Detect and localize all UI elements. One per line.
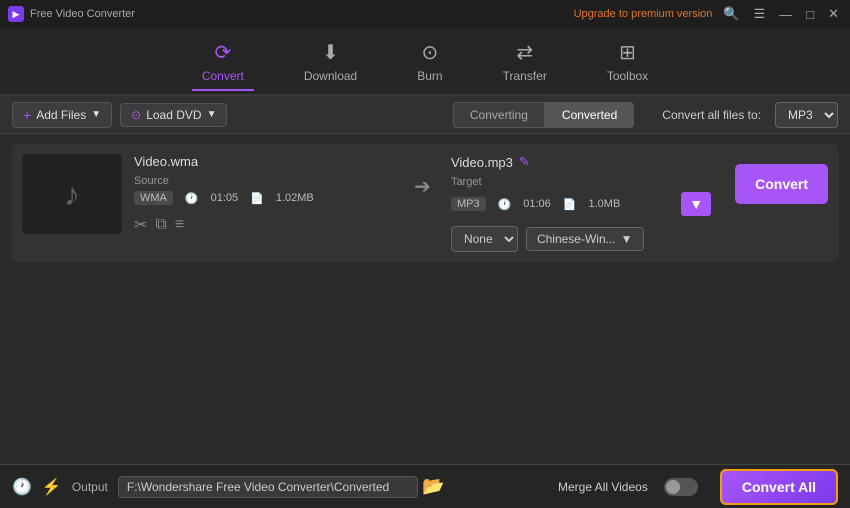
tab-area: Converting Converted [453,102,634,128]
add-files-label: Add Files [36,108,86,122]
burn-icon: ⊙ [422,40,439,65]
nav-transfer[interactable]: ⇄ Transfer [493,34,557,89]
tab-converting[interactable]: Converting [453,102,545,128]
download-icon: ⬇ [322,40,339,65]
title-bar: ▶ Free Video Converter Upgrade to premiu… [0,0,850,28]
title-bar-left: ▶ Free Video Converter [8,6,135,22]
target-filename: Video.mp3 [451,155,513,170]
file-item: ♪ Video.wma Source WMA 🕐 01:05 📄 1.02MB … [12,144,838,262]
target-duration: 01:06 [523,198,551,210]
target-format-badge: MP3 [451,197,486,211]
source-format-badge: WMA [134,191,173,205]
list-button[interactable]: ≡ [175,215,184,235]
nav-bar: ⟳ Convert ⬇ Download ⊙ Burn ⇄ Transfer ⊞… [0,28,850,96]
transfer-icon: ⇄ [516,40,533,65]
clock-icon: 🕐 [185,192,199,205]
subtitle-select[interactable]: None [451,226,518,252]
tab-converted[interactable]: Converted [545,102,634,128]
cut-button[interactable]: ✂ [134,215,147,235]
nav-burn-label: Burn [417,69,442,83]
convert-button[interactable]: Convert [735,164,828,204]
file-thumbnail: ♪ [22,154,122,234]
merge-toggle[interactable] [664,478,698,496]
arrow-icon: ➔ [406,174,439,199]
plus-icon: + [23,107,31,123]
language-label: Chinese-Win... [537,232,616,246]
load-dvd-label: Load DVD [146,108,201,122]
main-content: ♪ Video.wma Source WMA 🕐 01:05 📄 1.02MB … [0,134,850,464]
nav-convert[interactable]: ⟳ Convert [192,34,254,91]
convert-all-button[interactable]: Convert All [720,469,838,505]
nav-download[interactable]: ⬇ Download [294,34,367,89]
copy-button[interactable]: ⧉ [155,215,166,235]
target-clock-icon: 🕐 [498,198,512,211]
file-info-right: Video.mp3 ✎ Target MP3 🕐 01:06 📄 1.0MB ▼… [451,154,711,252]
title-bar-right: Upgrade to premium version 🔍 ☰ — □ ✕ [574,6,842,22]
search-icon[interactable]: 🔍 [720,6,742,22]
nav-transfer-label: Transfer [503,69,547,83]
target-file-icon: 📄 [563,198,577,211]
nav-burn[interactable]: ⊙ Burn [407,34,452,89]
target-meta-row: MP3 🕐 01:06 📄 1.0MB ▼ [451,192,711,216]
file-info-left: Video.wma Source WMA 🕐 01:05 📄 1.02MB ✂ … [134,154,394,235]
target-dropdown-button[interactable]: ▼ [681,192,711,216]
menu-icon[interactable]: ☰ [751,6,769,22]
language-select-button[interactable]: Chinese-Win... ▼ [526,227,644,251]
clock-history-icon[interactable]: 🕐 [12,477,32,497]
load-dvd-arrow-icon: ▼ [207,109,217,120]
upgrade-link[interactable]: Upgrade to premium version [574,8,713,20]
toggle-knob [666,480,680,494]
dvd-icon: ⊙ [131,108,141,122]
music-note-icon: ♪ [64,176,80,213]
toolbox-icon: ⊞ [619,40,636,65]
app-logo: ▶ [8,6,24,22]
source-filename: Video.wma [134,154,394,169]
file-icon: 📄 [250,192,264,205]
nav-toolbox[interactable]: ⊞ Toolbox [597,34,658,89]
format-select[interactable]: MP3 [775,102,838,128]
source-meta: WMA 🕐 01:05 📄 1.02MB [134,191,394,205]
lightning-icon[interactable]: ⚡ [42,477,62,497]
lang-arrow-icon: ▼ [621,232,633,246]
merge-all-videos-label: Merge All Videos [558,480,648,494]
bottom-bar: 🕐 ⚡ Output F:\Wondershare Free Video Con… [0,464,850,508]
open-folder-button[interactable]: 📂 [422,476,444,497]
nav-convert-label: Convert [202,69,244,83]
app-title-text: Free Video Converter [30,8,135,20]
target-size: 1.0MB [589,198,621,210]
convert-all-files-label: Convert all files to: [662,108,761,122]
minimize-button[interactable]: — [776,7,795,22]
output-label: Output [72,480,108,494]
source-label: Source [134,175,394,187]
convert-icon: ⟳ [214,40,231,65]
source-size: 1.02MB [276,192,314,204]
load-dvd-button[interactable]: ⊙ Load DVD ▼ [120,103,227,127]
subtitle-row: None Chinese-Win... ▼ [451,226,711,252]
target-label: Target [451,176,711,188]
output-path-row: F:\Wondershare Free Video Converter\Conv… [118,476,445,498]
edit-icon[interactable]: ✎ [519,154,530,170]
maximize-button[interactable]: □ [803,7,817,22]
add-files-arrow-icon: ▼ [91,109,101,120]
file-actions: ✂ ⧉ ≡ [134,215,394,235]
source-duration: 01:05 [211,192,239,204]
close-button[interactable]: ✕ [825,6,842,22]
add-files-button[interactable]: + Add Files ▼ [12,102,112,128]
target-name-row: Video.mp3 ✎ [451,154,711,170]
output-path: F:\Wondershare Free Video Converter\Conv… [118,476,418,498]
toolbar: + Add Files ▼ ⊙ Load DVD ▼ Converting Co… [0,96,850,134]
nav-toolbox-label: Toolbox [607,69,648,83]
nav-download-label: Download [304,69,357,83]
target-meta: MP3 🕐 01:06 📄 1.0MB [451,197,675,211]
